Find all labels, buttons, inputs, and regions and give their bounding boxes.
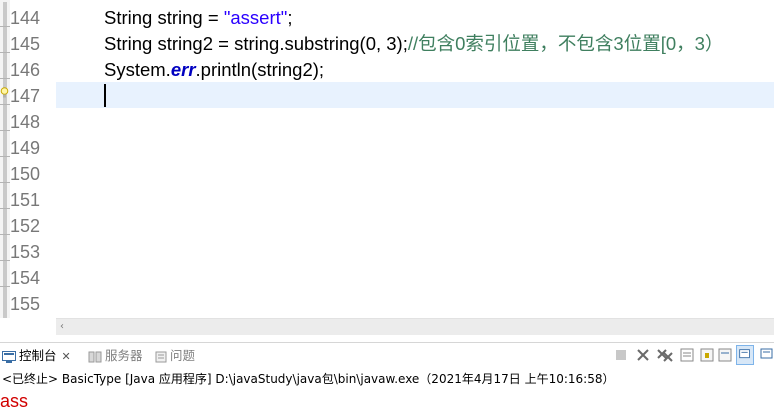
code-class-ref: System. [104,59,171,80]
tab-servers-label: 服务器 [105,348,143,363]
ruler-mark [0,130,10,131]
remove-all-terminated-icon[interactable] [656,345,674,365]
code-string-literal: "assert" [223,7,288,28]
line-number: 146 [10,60,41,80]
clear-console-icon[interactable] [678,345,696,365]
line-number-gutter: 144 145 146 147 148 149 150 151 152 153 … [10,0,56,318]
terminate-icon[interactable] [612,345,630,365]
scroll-left-arrow-icon[interactable]: ‹ [60,322,64,332]
code-comment: //包含0索引位置，不包含3位置[0，3） [407,33,724,54]
code-line-146[interactable]: System.err.println(string2); [104,57,324,83]
code-method-call: .println(string2); [195,59,325,80]
ruler-mark [0,286,10,287]
tab-servers[interactable]: 服务器 [88,343,143,368]
line-number: 148 [10,112,41,132]
tab-problems-label: 问题 [170,348,196,363]
change-bar [3,2,7,318]
line-number: 144 [10,8,41,28]
remove-launch-icon[interactable] [634,345,652,365]
ruler-mark [0,234,10,235]
line-number: 147 [10,86,41,106]
code-line-145[interactable]: String string2 = string.substring(0, 3);… [104,31,723,57]
line-number: 152 [10,216,41,236]
console-icon [2,350,16,363]
word-wrap-icon[interactable] [716,345,734,365]
current-line-highlight [56,82,774,108]
line-number: 150 [10,164,41,184]
ruler-mark [0,156,10,157]
code-type: String [104,7,153,28]
close-icon[interactable]: ✕ [62,344,71,369]
line-number: 153 [10,242,41,262]
code-method-call: string.substring(0, 3); [234,33,408,54]
line-number: 145 [10,34,41,54]
display-selected-console-icon[interactable] [758,345,774,365]
line-number: 151 [10,190,41,210]
horizontal-scrollbar[interactable]: ‹ [56,318,774,335]
ruler-mark [0,104,10,105]
code-type: String [104,33,153,54]
code-semicolon: ; [287,7,293,28]
code-operator: = [202,7,224,28]
show-console-on-output-icon[interactable] [736,345,754,365]
lightbulb-icon[interactable] [0,87,9,99]
ruler-mark [0,208,10,209]
problems-icon [155,351,167,362]
line-number: 154 [10,268,41,288]
ruler-mark [0,182,10,183]
ruler-mark [0,26,10,27]
tab-problems[interactable]: 问题 [155,343,195,368]
tab-console-label: 控制台 [19,348,57,363]
code-editor[interactable]: 144 145 146 147 148 149 150 151 152 153 … [0,0,774,318]
console-output-text[interactable]: ass [0,391,774,412]
ruler-mark [0,78,10,79]
line-number: 149 [10,138,41,158]
code-static-field: err [170,59,196,80]
text-caret [104,84,106,107]
console-process-label: <已终止> BasicType [Java 应用程序] D:\javaStudy… [0,367,774,391]
scroll-lock-icon[interactable] [698,345,716,365]
code-variable: string [157,7,203,28]
code-variable: string2 [157,33,213,54]
overview-ruler [0,0,10,318]
ruler-mark [0,260,10,261]
line-number: 155 [10,294,41,314]
servers-icon [88,351,102,362]
ruler-mark [0,52,10,53]
tab-console[interactable]: 控制台 ✕ [2,343,71,368]
code-operator: = [213,33,235,54]
code-line-144[interactable]: String string = "assert"; [104,5,292,31]
